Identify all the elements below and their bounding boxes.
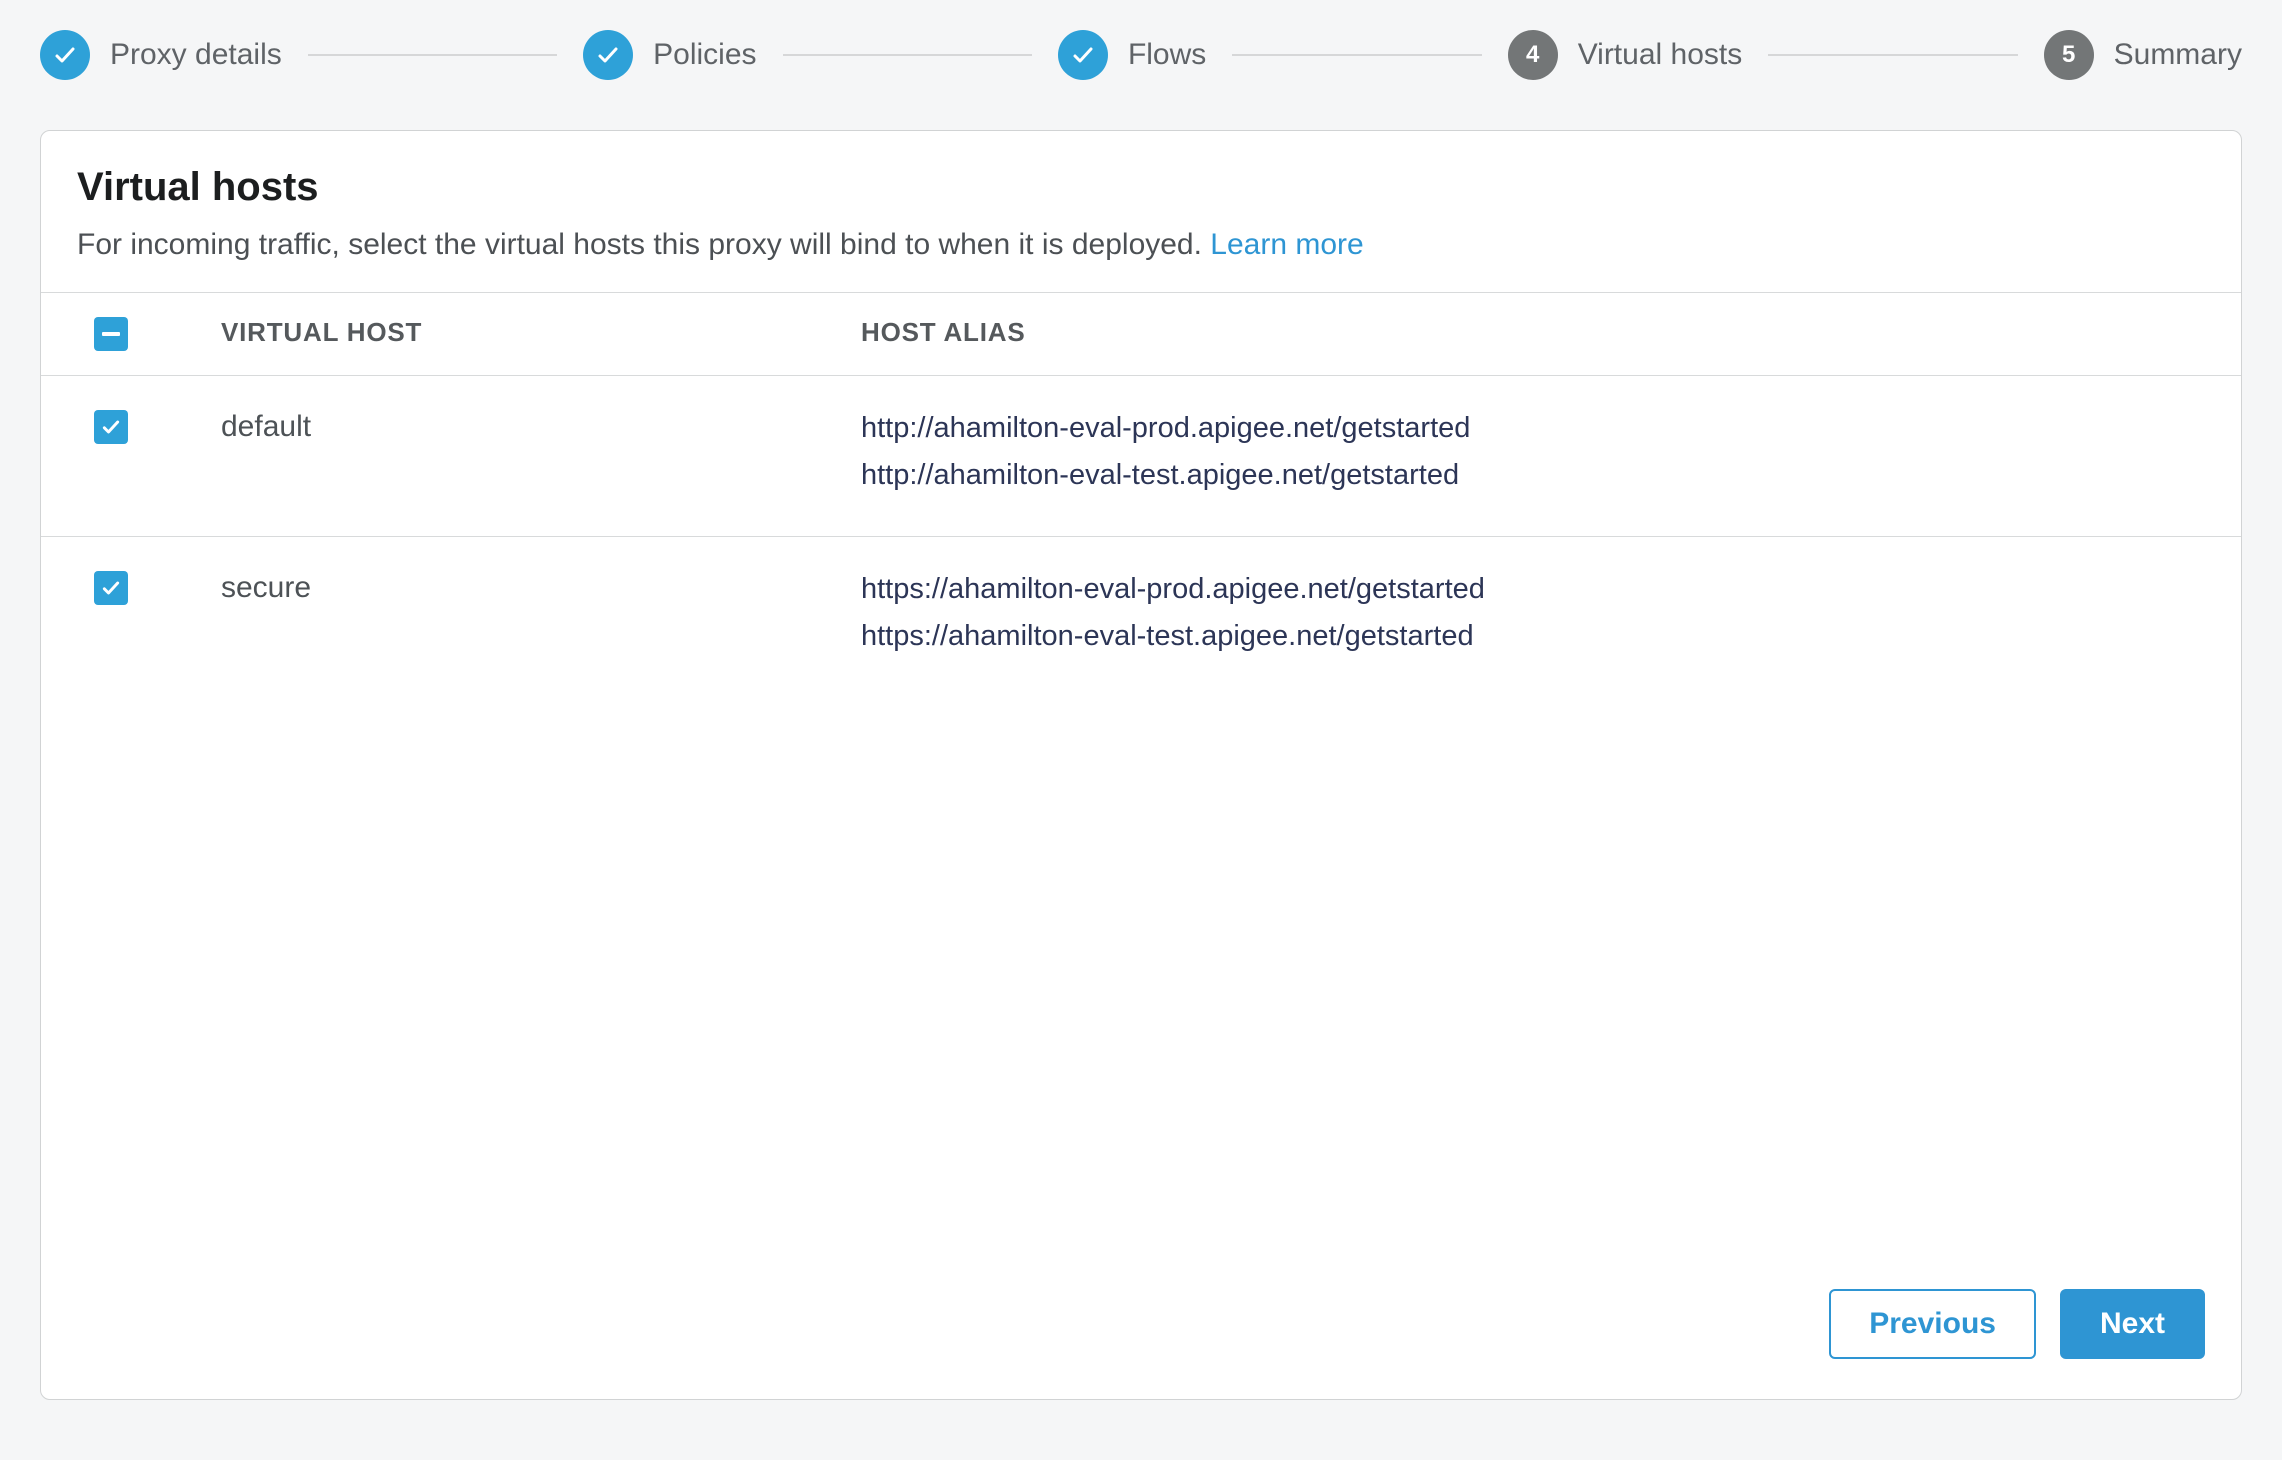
virtual-hosts-card: Virtual hosts For incoming traffic, sele…: [40, 130, 2242, 1400]
page-description: For incoming traffic, select the virtual…: [77, 228, 2205, 262]
step-connector: [1768, 54, 2017, 56]
indeterminate-icon: [102, 332, 120, 336]
virtual-host-name: default: [221, 376, 861, 472]
check-icon: [40, 30, 90, 80]
host-alias: http://ahamilton-eval-test.apigee.net/ge…: [861, 459, 2241, 492]
step-connector: [783, 54, 1032, 56]
virtual-host-name: secure: [221, 537, 861, 633]
wizard-stepper: Proxy details Policies Flows 4 Virtual h…: [40, 30, 2242, 80]
page-description-text: For incoming traffic, select the virtual…: [77, 228, 1210, 261]
check-icon: [583, 30, 633, 80]
host-alias: https://ahamilton-eval-test.apigee.net/g…: [861, 620, 2241, 653]
page-title: Virtual hosts: [77, 165, 2205, 210]
host-alias-cell: https://ahamilton-eval-prod.apigee.net/g…: [861, 537, 2241, 697]
wizard-footer: Previous Next: [41, 1259, 2241, 1399]
check-icon: [1058, 30, 1108, 80]
step-policies[interactable]: Policies: [583, 30, 756, 80]
host-alias-cell: http://ahamilton-eval-prod.apigee.net/ge…: [861, 376, 2241, 536]
next-button[interactable]: Next: [2060, 1289, 2205, 1359]
virtual-hosts-table: VIRTUAL HOST HOST ALIAS default http://a…: [41, 292, 2241, 1259]
step-label: Flows: [1128, 38, 1206, 72]
check-icon: [101, 578, 121, 598]
table-row: secure https://ahamilton-eval-prod.apige…: [41, 537, 2241, 697]
step-number-icon: 4: [1508, 30, 1558, 80]
host-alias: https://ahamilton-eval-prod.apigee.net/g…: [861, 573, 2241, 606]
check-icon: [101, 417, 121, 437]
step-label: Virtual hosts: [1578, 38, 1743, 72]
step-flows[interactable]: Flows: [1058, 30, 1206, 80]
step-label: Summary: [2114, 38, 2242, 72]
step-summary[interactable]: 5 Summary: [2044, 30, 2242, 80]
host-alias: http://ahamilton-eval-prod.apigee.net/ge…: [861, 412, 2241, 445]
row-checkbox[interactable]: [94, 571, 128, 605]
step-label: Policies: [653, 38, 756, 72]
step-proxy-details[interactable]: Proxy details: [40, 30, 282, 80]
select-all-checkbox[interactable]: [94, 317, 128, 351]
step-virtual-hosts[interactable]: 4 Virtual hosts: [1508, 30, 1743, 80]
step-connector: [308, 54, 557, 56]
previous-button[interactable]: Previous: [1829, 1289, 2036, 1359]
column-header-alias: HOST ALIAS: [861, 317, 2241, 348]
step-connector: [1232, 54, 1481, 56]
row-checkbox[interactable]: [94, 410, 128, 444]
step-label: Proxy details: [110, 38, 282, 72]
table-row: default http://ahamilton-eval-prod.apige…: [41, 376, 2241, 537]
column-header-name: VIRTUAL HOST: [221, 317, 861, 348]
step-number-icon: 5: [2044, 30, 2094, 80]
learn-more-link[interactable]: Learn more: [1210, 228, 1363, 261]
table-header-row: VIRTUAL HOST HOST ALIAS: [41, 293, 2241, 376]
